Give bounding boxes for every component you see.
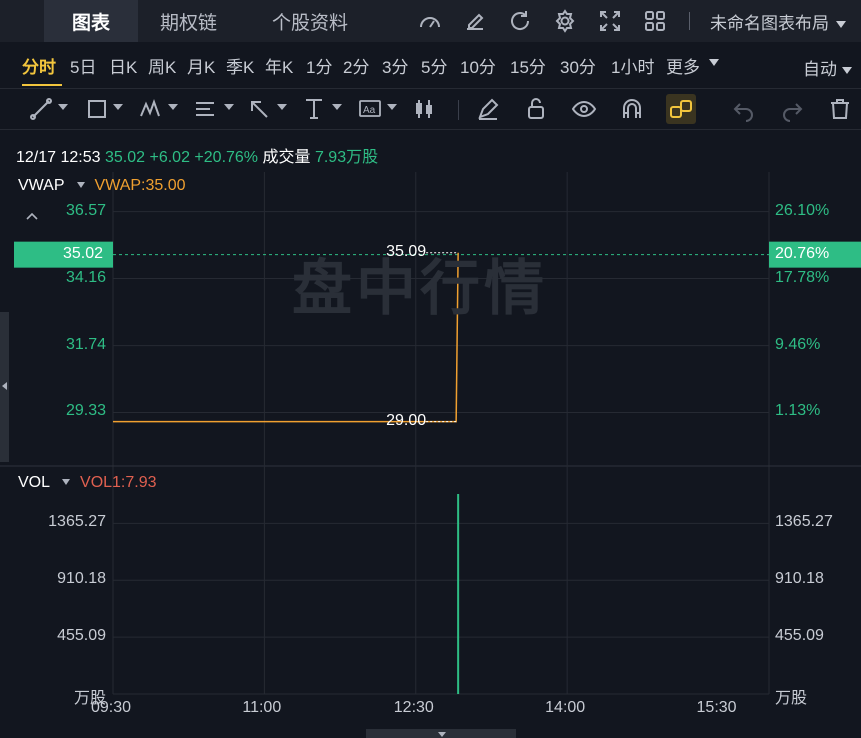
price-tick-label: 36.57 — [65, 201, 106, 219]
price-tick-label: 34.16 — [65, 268, 106, 286]
fullscreen-icon[interactable] — [597, 8, 623, 34]
period-3[interactable]: 周K — [148, 53, 176, 78]
price-tick-label: 31.74 — [65, 335, 106, 353]
period-10[interactable]: 5分 — [421, 53, 447, 78]
vol-unit-label-right: 万股 — [775, 690, 808, 707]
chevron-left-icon[interactable] — [0, 380, 9, 392]
chevron-down-icon[interactable] — [436, 731, 448, 738]
collapse-up-icon[interactable] — [24, 210, 40, 222]
period-6[interactable]: 年K — [265, 53, 293, 78]
tab-chart[interactable]: 图表 — [44, 0, 138, 42]
pct-tick-label: 9.46% — [775, 335, 821, 353]
chevron-down-icon[interactable] — [277, 104, 287, 110]
text-icon[interactable]: Aa — [357, 96, 383, 122]
period-2[interactable]: 日K — [109, 53, 137, 78]
price-tick-label: 29.33 — [65, 402, 106, 420]
chevron-down-icon — [841, 67, 852, 75]
pct-tick-label: 1.13% — [775, 402, 821, 420]
trash-icon[interactable] — [827, 96, 853, 122]
period-14[interactable]: 1小时 — [611, 53, 654, 78]
quote-change-pct: +20.76% — [194, 149, 259, 166]
pattern-icon[interactable] — [138, 96, 164, 122]
volume-value: 7.93万股 — [314, 149, 379, 166]
vwap-value: VWAP:35.00 — [94, 177, 186, 194]
quote-datetime: 12/17 12:53 — [16, 149, 101, 166]
layout-selector[interactable]: 未命名图表布局 — [710, 9, 846, 34]
active-period-indicator — [22, 84, 62, 86]
period-7[interactable]: 1分 — [306, 53, 332, 78]
undo-icon[interactable] — [731, 96, 757, 122]
period-5[interactable]: 季K — [226, 53, 254, 78]
x-tick-label: 14:00 — [545, 699, 586, 716]
magnet-icon[interactable] — [619, 96, 645, 122]
chevron-down-icon[interactable] — [76, 181, 85, 188]
chevron-down-icon[interactable] — [62, 478, 71, 485]
measure-icon[interactable] — [301, 96, 327, 122]
vol-indicator-label[interactable]: VOL VOL1:7.93 — [18, 474, 157, 492]
svg-text:Aa: Aa — [363, 105, 376, 116]
candle-icon[interactable] — [411, 96, 437, 122]
quote-price: 35.02 — [104, 149, 146, 166]
fib-icon[interactable] — [192, 96, 218, 122]
volume-label: 成交量 — [262, 149, 311, 166]
period-8[interactable]: 2分 — [343, 53, 369, 78]
tab-options-chain[interactable]: 期权链 — [160, 0, 217, 42]
pct-tick-label: 26.10% — [775, 201, 830, 219]
tab-stock-profile[interactable]: 个股资料 — [272, 0, 348, 42]
chevron-down-icon — [709, 59, 719, 66]
pencil-icon[interactable] — [475, 96, 501, 122]
period-0[interactable]: 分时 — [22, 53, 56, 78]
lock-icon[interactable] — [523, 96, 549, 122]
pct-tick-label: 17.78% — [775, 268, 830, 286]
chevron-down-icon[interactable] — [168, 104, 178, 110]
x-tick-label: 11:00 — [242, 699, 282, 716]
current-price-label: 35.02 — [62, 244, 103, 262]
link-icon[interactable] — [666, 94, 696, 124]
high-annotation-label: 35.09 — [386, 242, 427, 260]
vol-tick-label: 455.09 — [57, 627, 106, 645]
refresh-icon[interactable] — [507, 8, 533, 34]
x-tick-label: 12:30 — [393, 699, 434, 716]
chevron-down-icon[interactable] — [387, 104, 397, 110]
vol-unit-label-left: 万股 — [73, 690, 106, 707]
period-9[interactable]: 3分 — [382, 53, 408, 78]
vol-tick-label-right: 455.09 — [775, 627, 824, 645]
period-4[interactable]: 月K — [187, 53, 215, 78]
x-tick-label: 15:30 — [696, 699, 737, 716]
chevron-down-icon[interactable] — [224, 104, 234, 110]
period-11[interactable]: 10分 — [460, 53, 496, 78]
toolbar-divider — [458, 100, 459, 120]
vol-tick-label: 1365.27 — [48, 513, 106, 531]
vol-tick-label-right: 910.18 — [775, 570, 824, 588]
period-13[interactable]: 30分 — [560, 53, 596, 78]
vol-value: VOL1:7.93 — [80, 474, 157, 491]
arrow-icon[interactable] — [246, 96, 272, 122]
chevron-down-icon — [835, 21, 846, 29]
quote-change: +6.02 — [149, 149, 190, 166]
low-annotation-label: 29.00 — [386, 411, 427, 429]
quote-info-line: 12/17 12:53 35.02 +6.02 +20.76% 成交量 7.93… — [16, 143, 378, 167]
current-pct-label: 20.76% — [775, 244, 830, 262]
chevron-down-icon[interactable] — [332, 104, 342, 110]
redo-icon[interactable] — [779, 96, 805, 122]
chevron-down-icon[interactable] — [58, 104, 68, 110]
trend-line-icon[interactable] — [28, 96, 54, 122]
settings-icon[interactable] — [552, 8, 578, 34]
gauge-icon[interactable] — [417, 8, 443, 34]
vwap-indicator-label[interactable]: VWAP VWAP:35.00 — [18, 177, 186, 195]
volume-bar — [457, 494, 460, 694]
period-1[interactable]: 5日 — [70, 53, 96, 78]
top-divider — [689, 12, 690, 30]
period-12[interactable]: 15分 — [510, 53, 546, 78]
eye-icon[interactable] — [571, 96, 597, 122]
vol-tick-label: 910.18 — [57, 570, 106, 588]
auto-scale-selector[interactable]: 自动 — [803, 55, 852, 80]
period-15[interactable]: 更多 — [666, 53, 700, 78]
edit-icon[interactable] — [462, 8, 488, 34]
grid-layout-icon[interactable] — [642, 8, 668, 34]
rectangle-icon[interactable] — [84, 96, 110, 122]
chevron-down-icon[interactable] — [113, 104, 123, 110]
vol-tick-label-right: 1365.27 — [775, 513, 833, 531]
